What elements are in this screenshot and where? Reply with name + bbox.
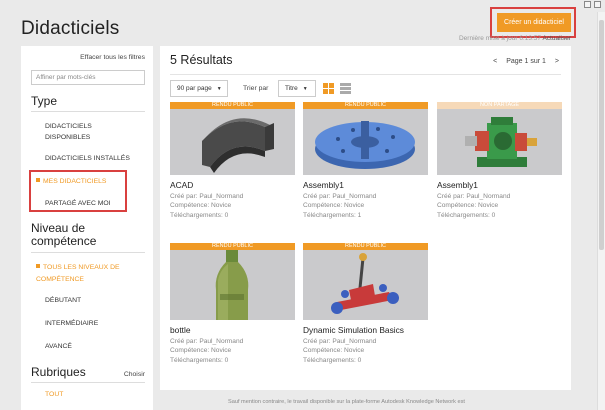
tutorial-thumbnail[interactable] xyxy=(170,109,295,175)
tutorial-thumbnail[interactable] xyxy=(437,109,562,175)
choose-topics-link[interactable]: Choisir xyxy=(124,371,145,378)
tutorial-meta: Créé par: Paul_Normand Compétence: Novic… xyxy=(170,337,295,365)
tutorial-title[interactable]: Assembly1 xyxy=(437,180,562,190)
filter-shared-with-me[interactable]: PARTAGÉ AVEC MOI xyxy=(45,198,111,209)
prev-page-button[interactable]: < xyxy=(493,58,497,65)
skill-text: Compétence: Novice xyxy=(170,347,232,355)
scrollbar-thumb[interactable] xyxy=(599,20,604,250)
tutorial-meta: Créé par: Paul_Normand Compétence: Novic… xyxy=(303,192,428,220)
filter-label: DIDACTICIELS INSTALLÉS xyxy=(45,155,130,162)
active-marker-icon xyxy=(36,264,40,269)
tutorial-title[interactable]: ACAD xyxy=(170,180,295,190)
page-title: Didacticiels xyxy=(21,18,120,39)
page-indicator: Page 1 sur 1 xyxy=(506,58,546,65)
filter-intermediate[interactable]: INTERMÉDIAIRE xyxy=(45,318,98,329)
divider xyxy=(31,382,145,383)
filter-label: PARTAGÉ AVEC MOI xyxy=(45,200,111,207)
status-badge: NON PARTAGÉ xyxy=(437,102,562,109)
filter-label: DÉBUTANT xyxy=(45,297,82,304)
creator-text: Créé par: Paul_Normand xyxy=(437,193,511,200)
filter-installed-tutorials[interactable]: DIDACTICIELS INSTALLÉS xyxy=(45,153,130,164)
filter-beginner[interactable]: DÉBUTANT xyxy=(45,295,81,306)
results-count: 5 Résultats xyxy=(170,53,233,67)
level-section-title: Niveau de compétence xyxy=(31,221,97,248)
sort-label: Trier par xyxy=(243,85,269,92)
creator-text: Créé par: Paul_Normand xyxy=(303,338,377,345)
downloads-text: Téléchargements: 0 xyxy=(437,211,496,219)
window-controls xyxy=(584,1,601,8)
tutorial-title[interactable]: Dynamic Simulation Basics xyxy=(303,325,428,335)
results-panel: 5 Résultats < Page 1 sur 1 > 90 par page… xyxy=(160,46,571,390)
sort-value: Titre xyxy=(285,85,298,92)
list-view-icon[interactable] xyxy=(340,83,351,94)
tutorial-title[interactable]: bottle xyxy=(170,325,295,335)
filter-label: MES DIDACTICIELS xyxy=(43,178,107,185)
restore-icon[interactable] xyxy=(584,1,591,8)
filter-label: AVANCÉ xyxy=(45,343,72,350)
filter-label: DIDACTICIELS DISPONIBLES xyxy=(45,123,92,141)
caret-down-icon: ▼ xyxy=(302,85,308,92)
refresh-link[interactable]: Actualiser xyxy=(542,35,571,42)
tutorial-thumbnail[interactable] xyxy=(170,250,295,320)
downloads-text: Téléchargements: 0 xyxy=(170,211,229,219)
tutorial-thumbnail[interactable] xyxy=(303,109,428,175)
caret-down-icon: ▼ xyxy=(216,85,222,92)
filter-advanced[interactable]: AVANCÉ xyxy=(45,341,72,352)
skill-text: Compétence: Novice xyxy=(437,202,499,210)
tutorial-card[interactable]: NON PARTAGÉ Assembly1 Créé par: Paul_Nor… xyxy=(437,102,562,220)
filter-all-levels[interactable]: TOUS LES NIVEAUX DE COMPÉTENCE xyxy=(36,262,136,286)
skill-text: Compétence: Novice xyxy=(170,202,232,210)
creator-text: Créé par: Paul_Normand xyxy=(303,193,377,200)
tutorial-meta: Créé par: Paul_Normand Compétence: Novic… xyxy=(170,192,295,220)
creator-text: Créé par: Paul_Normand xyxy=(170,193,244,200)
filter-sidebar: Effacer tous les filtres Type DIDACTICIE… xyxy=(21,46,153,410)
status-badge: RENDU PUBLIC xyxy=(170,243,295,250)
filter-my-tutorials[interactable]: MES DIDACTICIELS xyxy=(36,176,106,187)
creator-text: Créé par: Paul_Normand xyxy=(170,338,244,345)
close-icon[interactable] xyxy=(594,1,601,8)
status-badge: RENDU PUBLIC xyxy=(303,102,428,109)
tutorial-meta: Créé par: Paul_Normand Compétence: Novic… xyxy=(437,192,562,220)
tutorial-card[interactable]: RENDU PUBLIC Assembly1 Créé par: Paul_No… xyxy=(303,102,428,220)
downloads-text: Téléchargements: 0 xyxy=(170,356,229,364)
per-page-select[interactable]: 90 par page ▼ xyxy=(170,80,228,97)
downloads-text: Téléchargements: 0 xyxy=(303,356,362,364)
next-page-button[interactable]: > xyxy=(555,58,559,65)
create-tutorial-button[interactable]: Créer un didacticiel xyxy=(497,13,571,32)
sort-select[interactable]: Titre ▼ xyxy=(278,80,316,97)
status-badge: RENDU PUBLIC xyxy=(303,243,428,250)
footer-legal-text: Sauf mention contraire, le travail dispo… xyxy=(228,399,465,405)
tutorial-card[interactable]: RENDU PUBLIC bottle Créé par: Paul_Norma… xyxy=(170,243,295,365)
grid-view-icon[interactable] xyxy=(323,83,334,94)
filter-available-tutorials[interactable]: DIDACTICIELS DISPONIBLES xyxy=(45,121,125,143)
filter-all-topics[interactable]: TOUT xyxy=(45,389,63,400)
tutorial-meta: Créé par: Paul_Normand Compétence: Novic… xyxy=(303,337,428,365)
filter-label: TOUS LES NIVEAUX DE COMPÉTENCE xyxy=(36,264,120,283)
active-marker-icon xyxy=(36,178,40,183)
downloads-text: Téléchargements: 1 xyxy=(303,211,362,219)
tutorial-thumbnail[interactable] xyxy=(303,250,428,320)
pagination: < Page 1 sur 1 > xyxy=(493,58,559,65)
divider xyxy=(31,111,145,112)
filter-label: INTERMÉDIAIRE xyxy=(45,320,99,327)
divider xyxy=(31,252,145,253)
last-update-text: Dernière mise à jour 6:13:57 xyxy=(458,35,541,42)
divider xyxy=(170,74,561,75)
status-badge: RENDU PUBLIC xyxy=(170,102,295,109)
per-page-value: 90 par page xyxy=(177,85,212,92)
tutorial-card[interactable]: RENDU PUBLIC Dynamic Simulation Basics C… xyxy=(303,243,428,365)
keyword-filter-input[interactable] xyxy=(31,70,145,85)
skill-text: Compétence: Novice xyxy=(303,202,365,210)
skill-text: Compétence: Novice xyxy=(303,347,365,355)
update-info: Dernière mise à jour 6:13:57 Actualiser xyxy=(459,35,571,42)
topics-section-title: Rubriques xyxy=(31,365,86,379)
filter-label: TOUT xyxy=(45,391,64,398)
tutorial-title[interactable]: Assembly1 xyxy=(303,180,428,190)
scrollbar[interactable] xyxy=(597,12,605,410)
tutorial-card[interactable]: RENDU PUBLIC ACAD Créé par: Paul_Normand… xyxy=(170,102,295,220)
type-section-title: Type xyxy=(31,94,58,108)
clear-filters-link[interactable]: Effacer tous les filtres xyxy=(80,54,145,61)
